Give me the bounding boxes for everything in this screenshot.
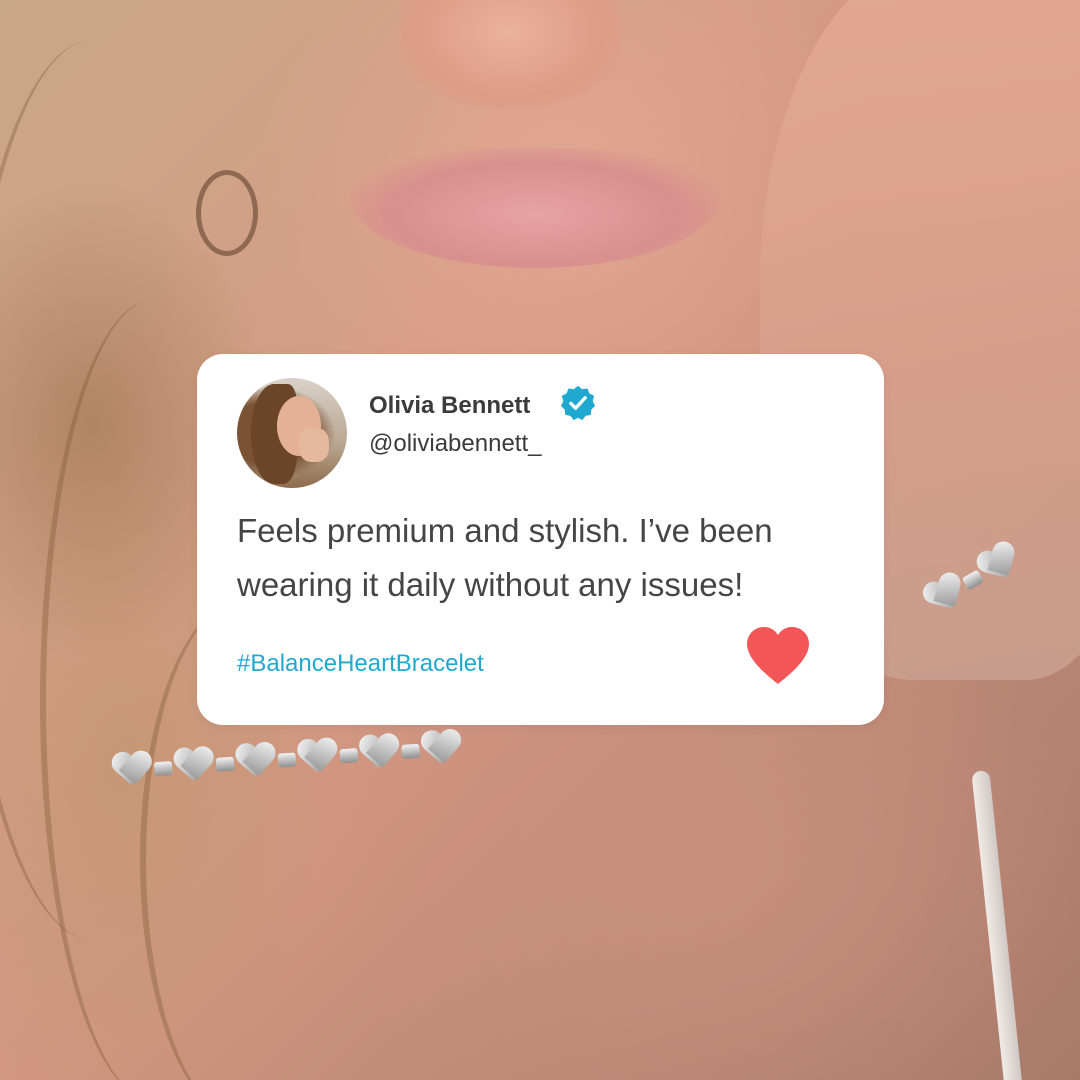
lips	[350, 148, 720, 268]
bracelet-bar-link	[401, 743, 421, 759]
bracelet-heart-link	[358, 732, 401, 775]
earring	[196, 170, 258, 256]
hashtag-link[interactable]: #BalanceHeartBracelet	[237, 650, 484, 678]
bracelet-bar-link	[153, 761, 173, 777]
nose	[400, 0, 620, 110]
bracelet-bar-link	[277, 752, 297, 768]
heart-icon[interactable]	[745, 626, 811, 686]
bracelet-heart-link	[420, 728, 463, 771]
user-handle[interactable]: @oliviabennett_	[369, 430, 541, 458]
bracelet-heart-link	[297, 736, 340, 779]
avatar-hand	[299, 428, 329, 462]
bracelet-heart-link	[173, 745, 216, 788]
bracelet-heart-link	[235, 741, 278, 784]
verified-badge-icon	[560, 385, 596, 421]
testimonial-card: Olivia Bennett @oliviabennett_ Feels pre…	[197, 354, 884, 725]
post-text: Feels premium and stylish. I’ve been wea…	[237, 512, 773, 603]
avatar[interactable]	[237, 378, 347, 488]
user-name[interactable]: Olivia Bennett	[369, 392, 530, 420]
bracelet-bar-link	[339, 748, 359, 764]
bracelet-heart-link	[111, 749, 154, 792]
bracelet-bar-link	[215, 756, 235, 772]
top-strap	[971, 769, 1023, 1080]
